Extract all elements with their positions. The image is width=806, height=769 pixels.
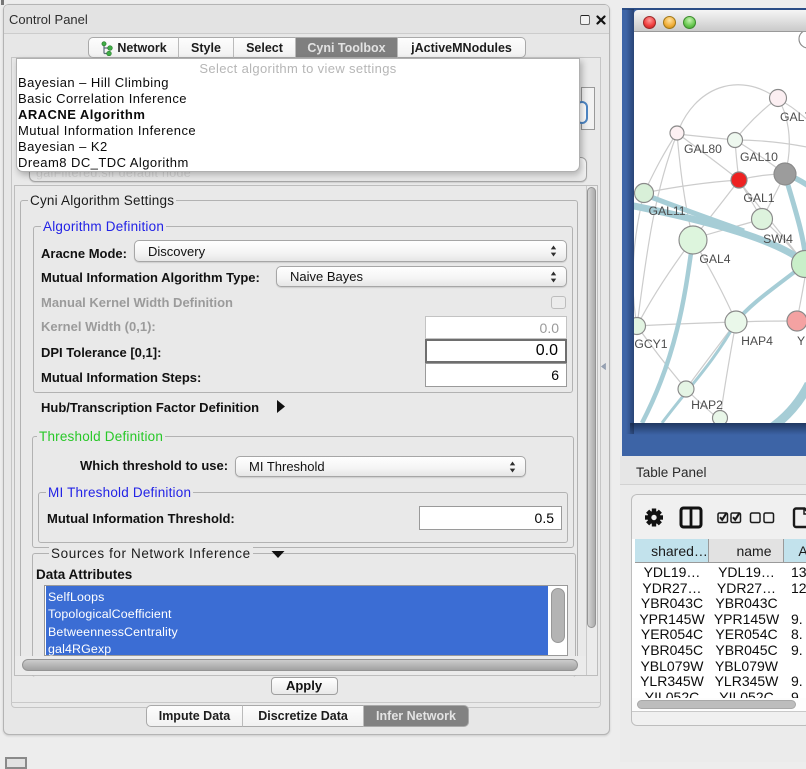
svg-text:GAL7: GAL7 xyxy=(780,110,806,124)
svg-text:GCY1: GCY1 xyxy=(634,337,667,351)
svg-text:GAL11: GAL11 xyxy=(648,204,685,218)
svg-text:HAP4: HAP4 xyxy=(741,334,773,348)
svg-text:HAP2: HAP2 xyxy=(691,398,723,412)
svg-text:GAL1: GAL1 xyxy=(743,191,774,205)
svg-text:GAL4: GAL4 xyxy=(699,252,730,266)
svg-text:SWI4: SWI4 xyxy=(763,232,793,246)
svg-text:GAL80: GAL80 xyxy=(684,142,722,156)
svg-text:Y: Y xyxy=(797,334,805,348)
svg-text:GAL10: GAL10 xyxy=(740,150,778,164)
